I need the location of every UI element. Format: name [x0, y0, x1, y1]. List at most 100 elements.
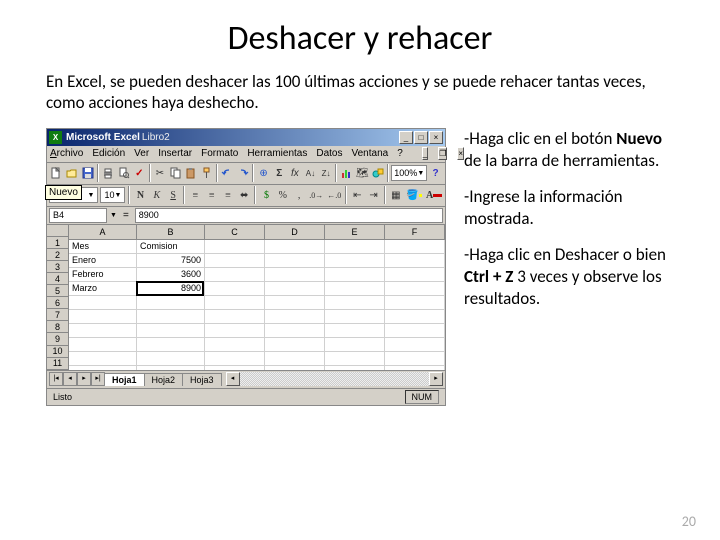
close-button[interactable]: ×: [429, 131, 443, 144]
cell[interactable]: [385, 254, 445, 268]
cell[interactable]: Marzo: [69, 282, 137, 296]
zoom-combo[interactable]: 100%▼: [391, 165, 427, 181]
cut-button[interactable]: ✂: [153, 164, 168, 182]
row-header[interactable]: 11: [47, 358, 69, 370]
cell[interactable]: [205, 296, 265, 310]
row-header[interactable]: 3: [47, 261, 69, 273]
tab-nav-next[interactable]: ▸: [77, 372, 91, 386]
cell[interactable]: [205, 254, 265, 268]
print-preview-button[interactable]: [116, 164, 131, 182]
cell[interactable]: [265, 324, 325, 338]
cell[interactable]: [69, 296, 137, 310]
cell[interactable]: [325, 240, 385, 254]
format-painter-button[interactable]: [199, 164, 214, 182]
cell[interactable]: [265, 338, 325, 352]
row-header[interactable]: 9: [47, 333, 69, 345]
cell[interactable]: [205, 352, 265, 366]
cell[interactable]: [325, 268, 385, 282]
maximize-button[interactable]: □: [414, 131, 428, 144]
tab-nav-last[interactable]: ▸|: [91, 372, 105, 386]
menu-ayuda[interactable]: ?: [397, 148, 403, 159]
cell[interactable]: [137, 324, 205, 338]
doc-minimize-button[interactable]: _: [422, 147, 428, 160]
print-button[interactable]: [101, 164, 116, 182]
cell[interactable]: [325, 338, 385, 352]
cell[interactable]: [265, 310, 325, 324]
cell[interactable]: Comision: [137, 240, 205, 254]
menu-archivo[interactable]: Archivo: [50, 148, 83, 159]
cell[interactable]: [205, 268, 265, 282]
cell[interactable]: [385, 296, 445, 310]
cell[interactable]: [137, 310, 205, 324]
cell[interactable]: [325, 254, 385, 268]
col-header[interactable]: F: [385, 225, 445, 240]
cell[interactable]: [69, 338, 137, 352]
new-button[interactable]: [49, 164, 64, 182]
menu-insertar[interactable]: Insertar: [158, 148, 192, 159]
cell[interactable]: [385, 240, 445, 254]
row-header[interactable]: 6: [47, 297, 69, 309]
cell[interactable]: [69, 324, 137, 338]
cell[interactable]: [69, 352, 137, 366]
cell[interactable]: Febrero: [69, 268, 137, 282]
cell[interactable]: 8900: [137, 282, 205, 296]
percent-button[interactable]: %: [276, 186, 290, 204]
sheet-tab[interactable]: Hoja2: [144, 373, 184, 386]
borders-button[interactable]: ▦: [389, 186, 403, 204]
italic-button[interactable]: K: [150, 186, 164, 204]
chart-wizard-button[interactable]: [339, 164, 354, 182]
cell[interactable]: Mes: [69, 240, 137, 254]
increase-decimal-button[interactable]: .0→: [308, 186, 324, 204]
sheet-tab[interactable]: Hoja1: [104, 373, 145, 386]
cell[interactable]: [385, 352, 445, 366]
align-right-button[interactable]: ≡: [221, 186, 235, 204]
col-header[interactable]: E: [325, 225, 385, 240]
cell[interactable]: [205, 324, 265, 338]
spellcheck-button[interactable]: ✓: [132, 164, 147, 182]
doc-restore-button[interactable]: ❐: [438, 147, 447, 160]
formula-input[interactable]: 8900: [135, 208, 443, 223]
col-header[interactable]: B: [137, 225, 205, 240]
row-header[interactable]: 4: [47, 273, 69, 285]
increase-indent-button[interactable]: ⇥: [366, 186, 380, 204]
font-color-button[interactable]: A: [425, 186, 443, 204]
cell[interactable]: [385, 338, 445, 352]
cell[interactable]: 3600: [137, 268, 205, 282]
select-all-corner[interactable]: [47, 225, 69, 238]
autosum-button[interactable]: Σ: [272, 164, 287, 182]
name-box[interactable]: B4: [49, 208, 107, 223]
spreadsheet-grid[interactable]: 1 2 3 4 5 6 7 8 9 10 11 A B C D E F: [47, 225, 445, 370]
cell[interactable]: [265, 240, 325, 254]
menu-ventana[interactable]: Ventana: [351, 148, 388, 159]
cell[interactable]: 7500: [137, 254, 205, 268]
cell[interactable]: [325, 310, 385, 324]
copy-button[interactable]: [168, 164, 183, 182]
cell[interactable]: [265, 282, 325, 296]
cell[interactable]: [385, 310, 445, 324]
sort-asc-button[interactable]: A↓: [303, 164, 318, 182]
paste-button[interactable]: [184, 164, 199, 182]
sort-desc-button[interactable]: Z↓: [319, 164, 334, 182]
minimize-button[interactable]: _: [399, 131, 413, 144]
align-center-button[interactable]: ≡: [205, 186, 219, 204]
cell[interactable]: [265, 296, 325, 310]
row-header[interactable]: 7: [47, 309, 69, 321]
cell[interactable]: [265, 352, 325, 366]
cell[interactable]: [325, 352, 385, 366]
cell[interactable]: [265, 268, 325, 282]
cell[interactable]: [137, 338, 205, 352]
scroll-left-button[interactable]: ◂: [226, 372, 240, 386]
help-button[interactable]: ?: [428, 164, 443, 182]
map-button[interactable]: 🗺: [355, 164, 370, 182]
col-header[interactable]: A: [69, 225, 137, 240]
decrease-indent-button[interactable]: ⇤: [350, 186, 364, 204]
cell[interactable]: [205, 310, 265, 324]
menu-formato[interactable]: Formato: [201, 148, 238, 159]
cell[interactable]: [137, 296, 205, 310]
font-size-combo[interactable]: 10▼: [100, 187, 125, 203]
cell[interactable]: [205, 366, 265, 370]
col-header[interactable]: D: [265, 225, 325, 240]
row-header[interactable]: 2: [47, 249, 69, 261]
horizontal-scrollbar[interactable]: ◂ ▸: [226, 372, 443, 386]
cell[interactable]: [205, 240, 265, 254]
